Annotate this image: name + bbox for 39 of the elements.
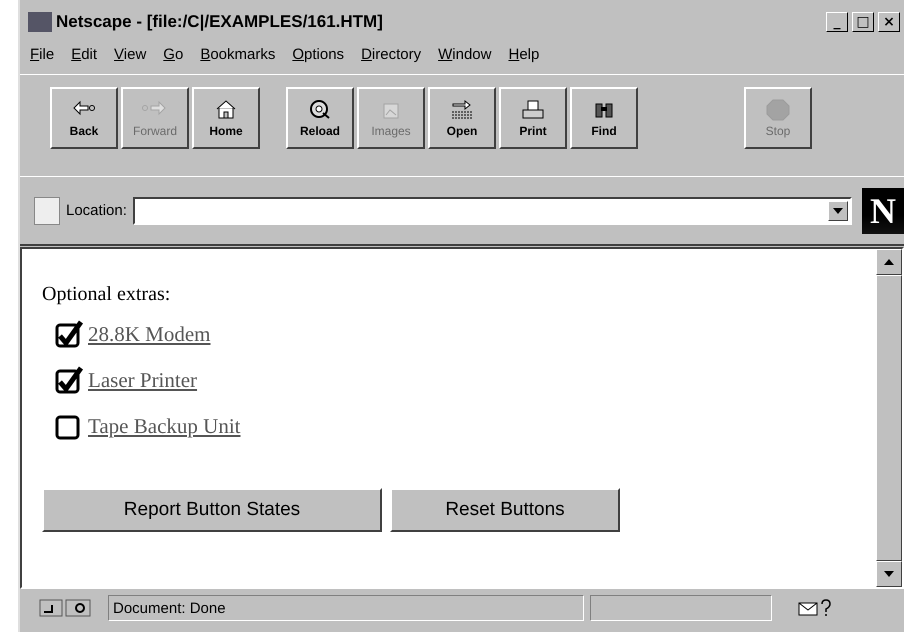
menu-item[interactable]: Bookmarks (200, 46, 276, 74)
option-link[interactable]: Tape Backup Unit (88, 414, 240, 438)
menu-item[interactable]: Directory (361, 46, 422, 74)
scroll-down-button[interactable] (876, 561, 902, 587)
dropdown-button[interactable] (828, 200, 848, 220)
option-link[interactable]: Laser Printer (88, 368, 198, 392)
minimize-button[interactable]: _ (826, 12, 848, 32)
menu-item[interactable]: View (114, 46, 146, 74)
menu-item[interactable]: Options (292, 46, 344, 74)
app-icon (28, 12, 52, 32)
option-link[interactable]: 28.8K Modem (88, 322, 210, 346)
back-button[interactable]: Back (50, 87, 118, 149)
caret-icon (833, 208, 843, 214)
window-title: Netscape - [file:/C|/EXAMPLES/161.HTM] (56, 12, 384, 32)
form-heading: Optional extras: (42, 283, 172, 306)
scroll-up-button[interactable] (876, 249, 902, 275)
menu-item[interactable]: Edit (71, 46, 98, 74)
bookmark-icon[interactable] (34, 196, 60, 224)
home-button[interactable]: Home (192, 87, 260, 149)
reload-button[interactable]: Reload (286, 87, 354, 149)
print-button[interactable]: Print (499, 87, 567, 149)
report-button[interactable]: Report Button States (42, 488, 382, 532)
find-button[interactable]: Find (570, 87, 638, 149)
open-button[interactable]: Open (428, 87, 496, 149)
reset-button[interactable]: Reset Buttons (390, 488, 620, 532)
maximize-button[interactable]: □ (852, 12, 874, 32)
menu-item[interactable]: Window (438, 46, 492, 74)
location-field[interactable] (132, 196, 852, 224)
up-arrow-icon (884, 259, 894, 265)
menu-item[interactable]: File (30, 46, 54, 74)
menu-item[interactable]: Go (163, 46, 184, 74)
location-label: Location: (66, 202, 127, 219)
close-button[interactable]: × (878, 12, 900, 32)
down-arrow-icon (884, 571, 894, 577)
scrollbar[interactable] (876, 249, 902, 587)
netscape-logo: N (862, 188, 904, 234)
status-text: Document: Done (108, 595, 584, 621)
stop-icon (764, 98, 792, 122)
menu-item[interactable]: Help (508, 46, 540, 74)
